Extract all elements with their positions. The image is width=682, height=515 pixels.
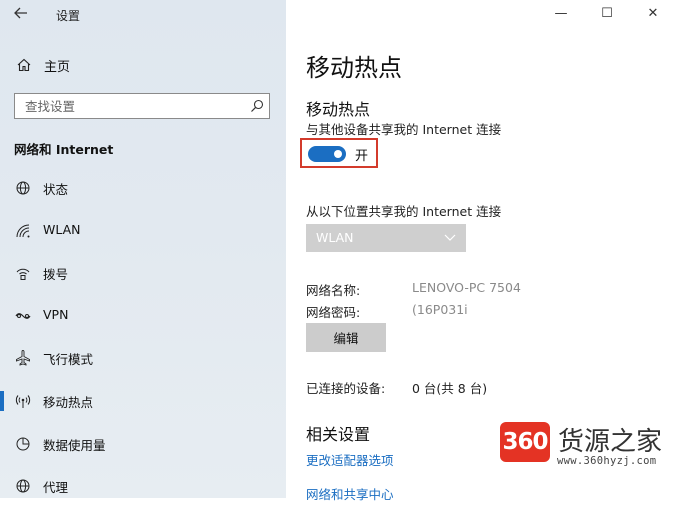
sidebar: 设置 主页 网络和 Internet 状态 WLAN 拨号 VPN 飞行模式 [0, 0, 286, 498]
sidebar-item-proxy[interactable]: 代理 [0, 472, 286, 515]
related-settings-title: 相关设置 [306, 425, 371, 444]
sidebar-item-status[interactable]: 状态 [0, 174, 286, 217]
sidebar-item-label: 飞行模式 [43, 352, 94, 368]
share-from-select[interactable]: WLAN [306, 224, 466, 252]
toggle-knob [334, 150, 342, 158]
window-controls: — ☐ ✕ [542, 0, 682, 30]
nav-list: 状态 WLAN 拨号 VPN 飞行模式 移动热点 数据使用量 代理 [0, 174, 286, 515]
airplane-icon [16, 350, 30, 366]
nav-home[interactable]: 主页 [0, 52, 286, 78]
sidebar-item-label: VPN [43, 306, 69, 322]
close-button[interactable]: ✕ [638, 4, 668, 24]
hotspot-toggle[interactable] [308, 146, 346, 162]
sidebar-item-label: 拨号 [43, 267, 69, 283]
page-title: 移动热点 [306, 54, 402, 82]
sidebar-item-label: 代理 [43, 480, 69, 496]
dialup-icon [16, 268, 30, 281]
sidebar-item-label: WLAN [43, 221, 81, 237]
home-icon [17, 58, 31, 72]
nav-home-label: 主页 [44, 60, 71, 75]
watermark-text: 货源之家 [558, 427, 663, 457]
vpn-icon [15, 312, 31, 319]
title-bar: 设置 [0, 0, 286, 30]
minimize-button[interactable]: — [546, 4, 576, 24]
section-title: 网络和 Internet [14, 142, 114, 157]
sidebar-item-dialup[interactable]: 拨号 [0, 259, 286, 302]
network-password-label: 网络密码: [306, 305, 361, 320]
toggle-highlight: 开 [300, 138, 378, 168]
globe-icon [16, 479, 30, 493]
sidebar-item-label: 状态 [43, 182, 69, 197]
search-box[interactable] [14, 93, 270, 119]
watermark-url: www.360hyzj.com [557, 455, 657, 467]
network-sharing-center-link[interactable]: 网络和共享中心 [306, 484, 394, 503]
globe-icon [16, 181, 30, 195]
toggle-state-label: 开 [355, 149, 369, 164]
sidebar-item-label: 移动热点 [43, 394, 94, 410]
back-arrow-icon [14, 7, 27, 19]
share-from-value: WLAN [316, 230, 354, 245]
data-usage-icon [16, 437, 30, 451]
network-password-value: (16P031i [412, 302, 468, 317]
sidebar-item-wlan[interactable]: WLAN [0, 217, 286, 260]
watermark: 360 货源之家 www.360hyzj.com [500, 418, 682, 494]
app-title: 设置 [56, 9, 81, 23]
search-icon[interactable] [250, 99, 264, 113]
active-indicator [0, 390, 4, 411]
search-input[interactable] [15, 94, 245, 118]
network-name-value: LENOVO-PC 7504 [412, 280, 521, 295]
back-button[interactable] [10, 5, 32, 25]
sidebar-item-label: 数据使用量 [43, 437, 106, 453]
connected-devices-label: 已连接的设备: [306, 381, 386, 396]
network-name-label: 网络名称: [306, 283, 361, 298]
chevron-down-icon [444, 234, 456, 241]
watermark-badge: 360 [500, 422, 550, 462]
sidebar-item-vpn[interactable]: VPN [0, 302, 286, 345]
connected-devices-value: 0 台(共 8 台) [412, 381, 488, 396]
wifi-icon [16, 224, 30, 238]
edit-button[interactable]: 编辑 [306, 323, 386, 352]
section-heading: 移动热点 [306, 100, 371, 119]
sidebar-item-hotspot[interactable]: 移动热点 [0, 387, 286, 430]
hotspot-icon [15, 395, 31, 408]
section-description: 与其他设备共享我的 Internet 连接 [306, 122, 502, 137]
change-adapter-options-link[interactable]: 更改适配器选项 [306, 450, 394, 469]
maximize-button[interactable]: ☐ [592, 4, 622, 24]
share-from-label: 从以下位置共享我的 Internet 连接 [306, 204, 502, 219]
sidebar-item-airplane[interactable]: 飞行模式 [0, 344, 286, 387]
sidebar-item-data-usage[interactable]: 数据使用量 [0, 430, 286, 473]
